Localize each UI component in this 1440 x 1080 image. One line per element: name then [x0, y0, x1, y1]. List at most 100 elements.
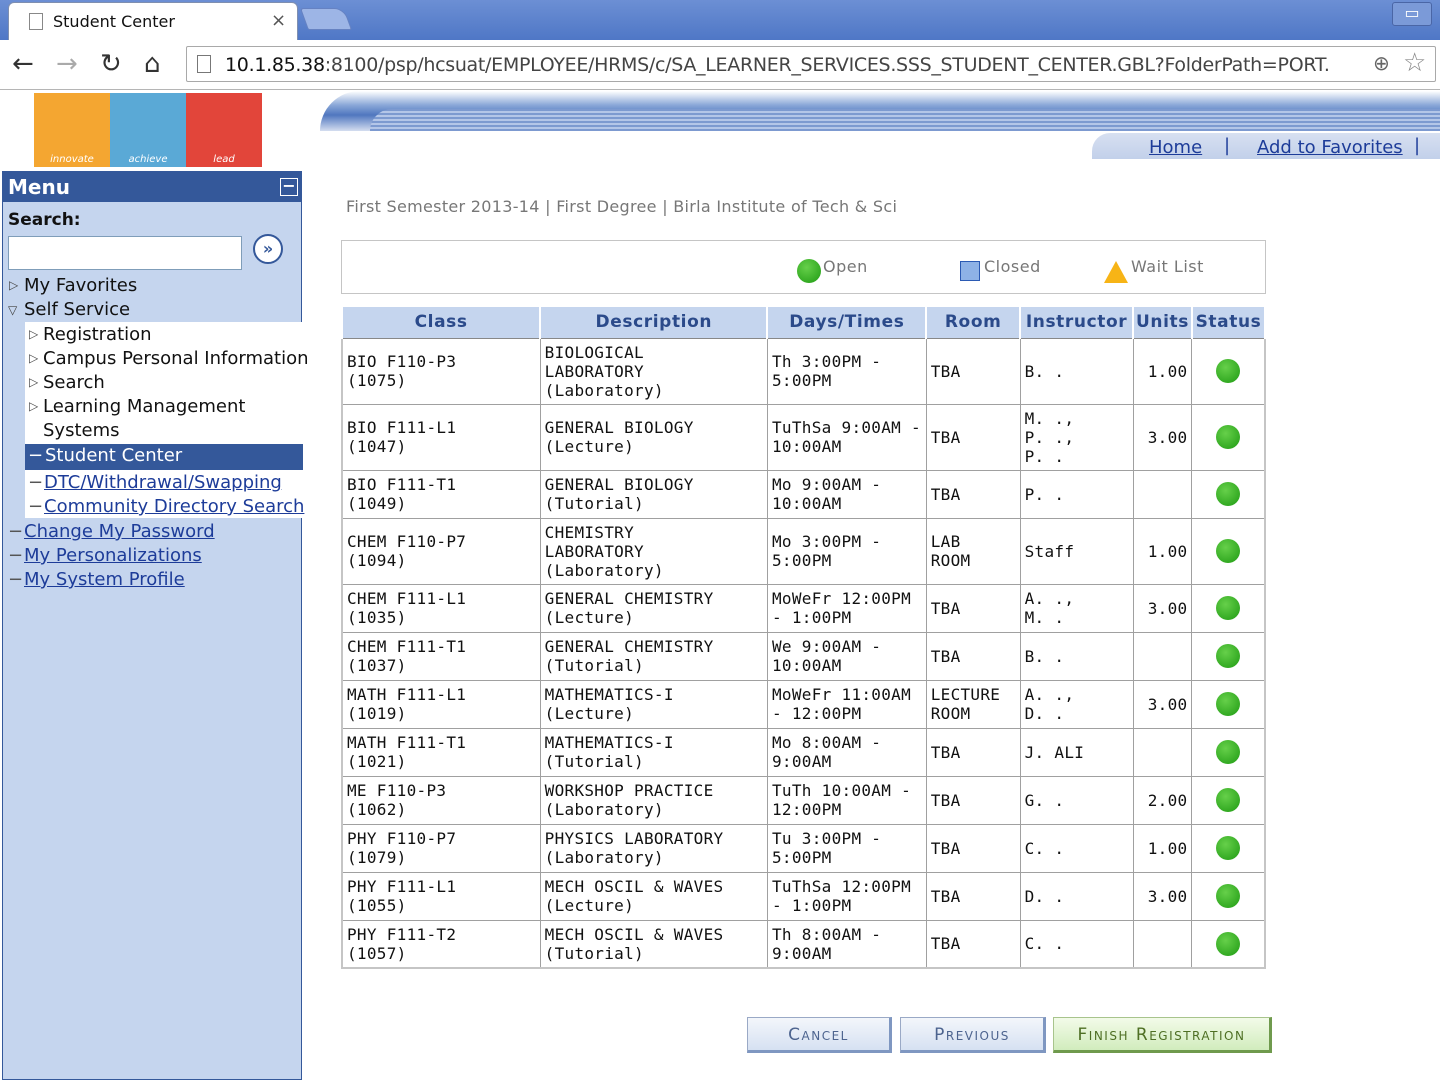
menu-link-change-password[interactable]: Change My Password [24, 521, 215, 542]
cell-days-times-line: 10:00AM [771, 656, 842, 675]
cell-description: CHEMISTRY LABORATORY (Laboratory) [539, 517, 768, 585]
menu-item-self-service[interactable]: Self Service [24, 299, 130, 320]
menu-search-input[interactable] [8, 236, 242, 270]
cell-class-line: BIO F111-L1 [347, 418, 457, 437]
cell-units-line: 3.00 [1147, 598, 1188, 618]
close-icon[interactable]: × [271, 10, 286, 31]
cell-class-line: PHY F111-L1 [347, 877, 457, 896]
menu-item-my-favorites[interactable]: My Favorites [24, 275, 137, 296]
cell-units: 3.00 [1132, 403, 1193, 471]
cell-instructor-line: M. . [1024, 608, 1065, 627]
minimize-button[interactable]: ▭ [1392, 2, 1432, 26]
url-text[interactable]: 10.1.85.38:8100/psp/hcsuat/EMPLOYEE/HRMS… [225, 54, 1330, 76]
cell-room-line: ROOM [930, 551, 971, 570]
menu-title: Menu [8, 175, 70, 199]
collapsed-arrow-icon[interactable]: ▷ [29, 399, 38, 413]
url-host: 10.1.85.38 [225, 54, 325, 76]
cell-description-line: (Laboratory) [544, 848, 664, 867]
cell-class: PHY F111-T2 (1057) [341, 919, 541, 969]
cell-class-line: MATH F111-T1 [347, 733, 467, 752]
menu-item-registration[interactable]: Registration [43, 324, 152, 345]
back-arrow-icon[interactable]: ← [12, 50, 34, 78]
address-bar[interactable]: 10.1.85.38:8100/psp/hcsuat/EMPLOYEE/HRMS… [186, 46, 1436, 82]
cell-description-line: (Laboratory) [544, 380, 664, 400]
menu-link-personalizations[interactable]: My Personalizations [24, 545, 202, 566]
cell-class-line: (1075) [347, 371, 407, 390]
cell-class-line: (1037) [347, 656, 407, 675]
open-status-icon [1216, 788, 1241, 812]
cell-days-times-line: Th 8:00AM - [771, 924, 882, 944]
cell-status [1191, 871, 1266, 921]
page-icon [29, 13, 43, 30]
menu-header: Menu − [3, 172, 301, 202]
cell-instructor: B. . [1019, 337, 1134, 405]
open-status-icon [1216, 539, 1241, 563]
term-info: First Semester 2013-14 | First Degree | … [346, 197, 898, 216]
previous-button[interactable]: Previous [900, 1017, 1046, 1053]
legend-open: Open [823, 257, 868, 276]
cell-status [1191, 517, 1266, 585]
institution-logo: innovate achieve lead [34, 93, 262, 167]
cell-days-times-line: We 9:00AM - [771, 637, 882, 656]
collapsed-arrow-icon[interactable]: ▷ [29, 351, 38, 365]
cell-class-line: (1047) [347, 437, 407, 456]
expanded-arrow-icon[interactable]: ▽ [8, 303, 17, 317]
leaf-dash: − [8, 545, 24, 566]
search-go-icon[interactable]: » [253, 234, 283, 264]
cell-description: BIOLOGICAL LABORATORY (Laboratory) [539, 337, 768, 405]
home-link[interactable]: Home [1149, 137, 1202, 158]
cell-class: MATH F111-T1 (1021) [341, 727, 541, 777]
cell-days-times-line: Tu 3:00PM - [771, 829, 882, 848]
reload-icon[interactable]: ↻ [100, 50, 122, 78]
menu-link-community-directory[interactable]: Community Directory Search [44, 496, 304, 517]
cell-units: 1.00 [1132, 337, 1193, 405]
cell-status [1191, 469, 1266, 519]
cell-instructor: G. . [1019, 775, 1134, 825]
cell-description: GENERAL BIOLOGY (Lecture) [539, 403, 768, 471]
cell-room: TBA [925, 403, 1021, 471]
cell-description: GENERAL BIOLOGY (Tutorial) [539, 469, 768, 519]
new-tab-button[interactable] [299, 8, 353, 30]
menu-link-dtc-withdrawal[interactable]: DTC/Withdrawal/Swapping [44, 472, 282, 493]
collapsed-arrow-icon[interactable]: ▷ [29, 375, 38, 389]
column-header-instructor: Instructor [1019, 305, 1135, 339]
zoom-icon[interactable]: ⊕ [1373, 51, 1390, 75]
menu-link-system-profile[interactable]: My System Profile [24, 569, 185, 590]
menu-item-search[interactable]: Search [43, 372, 105, 393]
cell-description: MECH OSCIL & WAVES (Tutorial) [539, 919, 768, 969]
cell-instructor-line: P. . [1024, 484, 1065, 504]
cell-room: TBA [925, 823, 1021, 873]
cell-description-line: (Laboratory) [544, 560, 664, 580]
menu-item-learning-management[interactable]: Learning Management [43, 396, 245, 417]
browser-tab[interactable]: Student Center × [8, 2, 298, 40]
menu-item-student-center[interactable]: − Student Center [25, 444, 303, 470]
cell-class-line: CHEM F111-T1 [347, 637, 467, 656]
cell-days-times: TuTh 10:00AM -12:00PM [766, 775, 927, 825]
cell-days-times: Mo 8:00AM -9:00AM [766, 727, 927, 777]
cell-room-line: LECTURE [930, 685, 1001, 704]
collapse-icon[interactable]: − [280, 178, 298, 196]
finish-registration-button[interactable]: Finish Registration [1053, 1017, 1272, 1053]
add-to-favorites-link[interactable]: Add to Favorites [1257, 137, 1403, 158]
leaf-dash: − [8, 569, 24, 590]
home-icon[interactable]: ⌂ [144, 50, 161, 78]
cell-description: PHYSICS LABORATORY (Laboratory) [539, 823, 768, 873]
menu-item-learning-management-line2[interactable]: Systems [43, 420, 120, 441]
cell-class-line: PHY F111-T2 [347, 924, 457, 944]
cell-room-line: TBA [930, 790, 961, 810]
cell-class-line: (1055) [347, 896, 407, 915]
bookmark-star-icon[interactable]: ☆ [1403, 48, 1426, 78]
menu-item-campus-personal-information[interactable]: Campus Personal Information [43, 348, 309, 369]
cell-instructor-line: M. ., [1024, 408, 1075, 428]
forward-arrow-icon[interactable]: → [56, 50, 78, 78]
cell-status [1191, 823, 1266, 873]
cancel-button[interactable]: Cancel [747, 1017, 892, 1053]
collapsed-arrow-icon[interactable]: ▷ [9, 278, 18, 292]
column-header-units: Units [1132, 305, 1193, 339]
cell-class-line: (1035) [347, 608, 407, 627]
cell-description-line: BIOLOGICAL [544, 342, 644, 362]
collapsed-arrow-icon[interactable]: ▷ [29, 327, 38, 341]
cell-class-line: (1019) [347, 704, 407, 723]
cell-class-line: ME F110-P3 [347, 781, 447, 800]
cell-units: 3.00 [1132, 679, 1193, 729]
